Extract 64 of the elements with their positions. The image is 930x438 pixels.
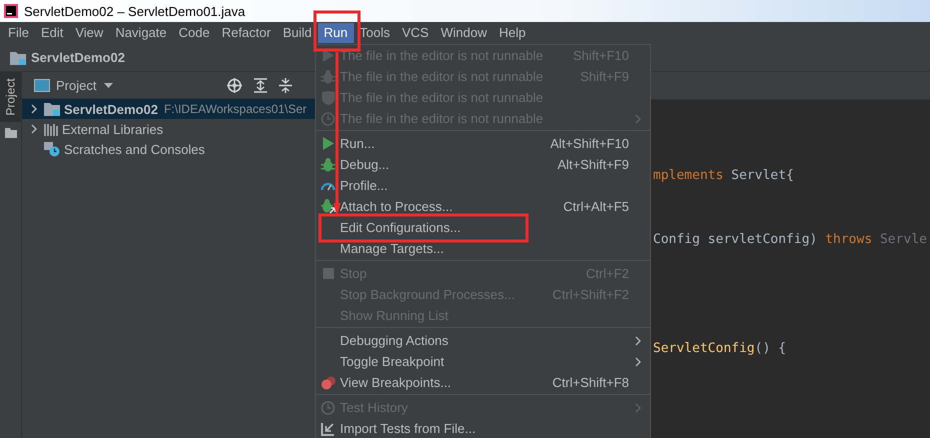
menu-item[interactable]: Help xyxy=(492,23,532,43)
menu-item[interactable]: Run xyxy=(318,23,354,43)
menu-entry[interactable]: Attach to Process... Ctrl+Alt+F5 xyxy=(316,196,650,217)
menu-entry[interactable]: Profile... xyxy=(316,175,650,196)
menu-item[interactable]: Build xyxy=(276,23,318,43)
file-path: F:\IDEAWorkspaces01\Ser xyxy=(164,102,307,116)
menu-item[interactable]: VCS xyxy=(396,23,435,43)
submenu-chevron-icon xyxy=(635,114,641,124)
menu-item[interactable]: Refactor xyxy=(216,23,277,43)
collapse-all-icon[interactable] xyxy=(279,78,292,92)
code-line: Config servletConfig) throws Servle xyxy=(653,231,928,249)
play-icon xyxy=(322,49,334,62)
breakpoints-icon xyxy=(320,376,336,390)
bug-icon xyxy=(321,70,335,84)
library-icon xyxy=(44,122,58,136)
tree-item[interactable]: Scratches and Consoles xyxy=(22,139,316,159)
expand-all-icon[interactable] xyxy=(254,78,267,92)
clock-icon xyxy=(321,400,335,414)
play-icon xyxy=(322,137,334,150)
menu-item[interactable]: View xyxy=(69,23,110,43)
gauge-icon xyxy=(321,180,335,190)
import-icon xyxy=(321,422,335,436)
submenu-chevron-icon xyxy=(635,402,641,412)
submenu-chevron-icon xyxy=(635,356,641,366)
bug-icon xyxy=(321,158,335,172)
menu-entry[interactable]: View Breakpoints... Ctrl+Shift+F8 xyxy=(316,372,650,393)
menu-entry[interactable]: Debug... Alt+Shift+F9 xyxy=(316,154,650,175)
folder-icon[interactable] xyxy=(4,128,16,138)
shield-icon xyxy=(322,90,334,104)
submenu-chevron-icon xyxy=(635,336,641,346)
menu-entry[interactable]: Toggle Breakpoint xyxy=(316,351,650,372)
menu-entry[interactable]: Edit Configurations... xyxy=(316,217,650,238)
menu-item[interactable]: File xyxy=(2,23,35,43)
tree-item[interactable]: ServletDemo02 F:\IDEAWorkspaces01\Ser xyxy=(22,99,316,119)
scratch-clock-icon xyxy=(44,142,60,156)
folder-icon xyxy=(10,50,26,64)
bug-arrow-icon xyxy=(320,199,336,214)
menu-entry[interactable]: Import Tests from File... xyxy=(316,418,650,438)
panel-icon xyxy=(34,78,50,92)
project-breadcrumb[interactable]: ServletDemo02 xyxy=(31,50,125,65)
menu-item[interactable]: Window xyxy=(434,23,493,43)
menu-item[interactable]: Edit xyxy=(34,23,70,43)
clock-icon xyxy=(321,112,335,126)
menu-item[interactable]: Tools xyxy=(354,23,396,43)
stop-icon xyxy=(322,268,334,279)
code-line: ServletConfig() { xyxy=(653,340,788,358)
tree-label: ServletDemo02 xyxy=(64,102,158,116)
menu-entry[interactable]: Manage Targets... xyxy=(316,238,650,259)
tree-item[interactable]: External Libraries xyxy=(22,119,316,139)
app-logo-icon xyxy=(4,4,18,18)
menu-item[interactable]: Navigate xyxy=(109,23,173,43)
dropdown-caret-icon[interactable] xyxy=(104,82,114,88)
panel-title[interactable]: Project xyxy=(56,78,96,92)
code-line: mplements Servlet{ xyxy=(653,167,795,185)
menu-item[interactable]: Code xyxy=(172,23,216,43)
highlight-frame xyxy=(314,10,360,52)
folder-icon xyxy=(44,102,60,116)
window-title: ServletDemo02 – ServletDemo01.java xyxy=(24,4,246,18)
project-tool-tab[interactable]: Project xyxy=(0,72,21,122)
tree-label: Scratches and Consoles xyxy=(64,142,205,156)
menu-entry[interactable]: Debugging Actions xyxy=(316,330,650,351)
tree-label: External Libraries xyxy=(62,122,164,136)
menu-entry[interactable]: Run... Alt+Shift+F10 xyxy=(316,133,650,154)
locate-icon[interactable] xyxy=(227,78,242,92)
